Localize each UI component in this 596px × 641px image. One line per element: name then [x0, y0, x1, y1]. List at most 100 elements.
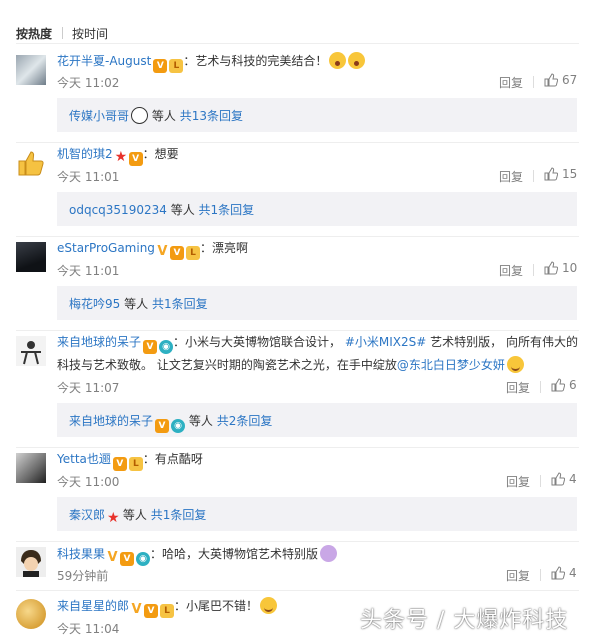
vip-badge-icon[interactable]: V: [112, 457, 127, 471]
vip-badge-icon[interactable]: V: [169, 246, 184, 260]
like-button[interactable]: 15: [544, 167, 577, 181]
avatar[interactable]: [16, 547, 46, 577]
comment-divider: [16, 236, 579, 237]
sub-replies-summary: 来自地球的呆子 V ◉ 等人 共2条回复: [69, 412, 272, 433]
sub-reply-user[interactable]: odqcq35190234: [69, 203, 167, 217]
cartoon-avatar-icon: [21, 550, 41, 577]
action-separator: [533, 76, 534, 88]
surprised-emoji-icon: [348, 52, 366, 69]
reply-button[interactable]: 回复: [506, 567, 530, 584]
thumbs-up-icon: [544, 261, 559, 275]
sub-replies-summary: 传媒小哥哥 等人 共13条回复: [69, 107, 243, 124]
sub-reply-count-link[interactable]: 共1条回复: [152, 297, 208, 311]
sub-reply-user[interactable]: 传媒小哥哥: [69, 109, 129, 123]
level-badge-icon[interactable]: L: [169, 59, 184, 73]
like-count: 67: [562, 73, 578, 87]
comment-username[interactable]: 花开半夏-August: [57, 54, 151, 68]
comment-username[interactable]: 机智的琪2: [57, 147, 113, 161]
comment-line: 机智的琪2 ★ V ：想要: [57, 146, 179, 166]
vip-badge-icon[interactable]: V: [128, 152, 143, 166]
like-button[interactable]: 67: [544, 73, 577, 87]
sub-replies-summary: 秦汉郎 ★ 等人 共1条回复: [69, 506, 206, 525]
mention-link[interactable]: @东北白日梦少女妍: [397, 358, 505, 372]
sub-reply-count-link[interactable]: 共1条回复: [199, 203, 255, 217]
comment-text-line2: 科技与艺术致敬。 让文艺复兴时期的陶瓷艺术之光，在手中绽放: [57, 358, 397, 372]
avatar[interactable]: [16, 599, 46, 629]
like-button[interactable]: 4: [551, 472, 577, 486]
panda-emoji-icon: [131, 107, 149, 124]
thumbs-up-avatar-icon: [18, 151, 44, 176]
comment-time: 今天 11:02: [57, 76, 120, 90]
comment-text: ：小尾巴不错！: [174, 599, 259, 613]
sub-replies-box[interactable]: 梅花吟95 等人 共1条回复: [57, 286, 577, 320]
like-button[interactable]: 6: [551, 378, 577, 392]
verified-v-icon[interactable]: V: [157, 245, 168, 259]
sub-reply-user[interactable]: 来自地球的呆子: [69, 414, 153, 428]
level-badge-icon[interactable]: L: [160, 604, 175, 618]
star-badge-icon[interactable]: ★: [115, 150, 128, 164]
action-separator: [540, 475, 541, 487]
sub-replies-box[interactable]: 传媒小哥哥 等人 共13条回复: [57, 98, 577, 132]
avatar[interactable]: [16, 336, 46, 366]
vip-badge-icon[interactable]: V: [143, 340, 158, 354]
avatar[interactable]: [16, 55, 46, 85]
action-separator: [533, 264, 534, 276]
sub-replies-box[interactable]: 来自地球的呆子 V ◉ 等人 共2条回复: [57, 403, 577, 437]
comment-username[interactable]: 科技果果: [57, 547, 105, 561]
reply-button[interactable]: 回复: [506, 473, 530, 490]
vip-badge-icon[interactable]: V: [153, 59, 168, 73]
sort-by-time-tab[interactable]: 按时间: [72, 25, 108, 42]
sub-replies-box[interactable]: 秦汉郎 ★ 等人 共1条回复: [57, 497, 577, 531]
action-separator: [540, 569, 541, 581]
comment-text: ：哈哈，大英博物馆艺术特别版: [150, 547, 319, 561]
comment-time: 今天 11:00: [57, 475, 120, 489]
comment-time: 今天 11:01: [57, 170, 120, 184]
sub-reply-user[interactable]: 秦汉郎: [69, 508, 105, 522]
avatar[interactable]: [16, 453, 46, 483]
comment-username[interactable]: 来自星星的郎: [57, 599, 129, 613]
topic-hashtag-link[interactable]: #小米MIX2S#: [345, 335, 426, 349]
reply-button[interactable]: 回复: [499, 168, 523, 185]
sub-reply-user[interactable]: 梅花吟95: [69, 297, 120, 311]
comment-username[interactable]: 来自地球的呆子: [57, 335, 141, 349]
like-count: 10: [562, 261, 578, 275]
avatar[interactable]: [16, 242, 46, 272]
comment-username[interactable]: eStarProGaming: [57, 241, 155, 255]
sub-reply-connector: 等人: [122, 508, 147, 522]
action-separator: [533, 170, 534, 182]
avatar[interactable]: [16, 148, 46, 178]
verified-v-icon[interactable]: V: [107, 551, 118, 565]
level-badge-icon[interactable]: L: [128, 457, 143, 471]
reply-button[interactable]: 回复: [499, 74, 523, 91]
verified-v-icon[interactable]: V: [131, 603, 142, 617]
comment-line: 来自星星的郎 V V L ：小尾巴不错！: [57, 597, 278, 618]
sub-reply-connector: 等人: [151, 109, 176, 123]
sub-replies-summary: 梅花吟95 等人 共1条回复: [69, 295, 208, 312]
person-avatar-icon: [21, 341, 41, 365]
thumbs-up-icon: [544, 167, 559, 181]
reply-button[interactable]: 回复: [499, 262, 523, 279]
sub-reply-count-link[interactable]: 共1条回复: [151, 508, 207, 522]
comment-time: 59分钟前: [57, 569, 109, 583]
sub-reply-count-link[interactable]: 共2条回复: [217, 414, 273, 428]
crying-emoji-icon: [320, 545, 338, 562]
vip-badge-icon[interactable]: V: [144, 604, 159, 618]
reply-button[interactable]: 回复: [506, 379, 530, 396]
like-button[interactable]: 10: [544, 261, 577, 275]
level-badge-icon[interactable]: L: [185, 246, 200, 260]
comment-username[interactable]: Yetta也逦: [57, 452, 111, 466]
camera-badge-icon[interactable]: ◉: [159, 340, 174, 354]
sub-reply-count-link[interactable]: 共13条回复: [180, 109, 243, 123]
sort-by-hot-tab[interactable]: 按热度: [16, 25, 52, 42]
like-count: 4: [569, 566, 577, 580]
like-count: 15: [562, 167, 578, 181]
comment-divider: [16, 142, 579, 143]
comment-text: ：艺术与科技的完美结合！: [183, 54, 328, 68]
sub-replies-box[interactable]: odqcq35190234 等人 共1条回复: [57, 192, 577, 226]
like-button[interactable]: 4: [551, 566, 577, 580]
vip-badge-icon[interactable]: V: [120, 552, 135, 566]
camera-badge-icon[interactable]: ◉: [136, 552, 151, 566]
sort-bar: 按热度 按时间: [0, 0, 596, 42]
comment-time: 今天 11:07: [57, 381, 120, 395]
comment-line: 花开半夏-August V L ：艺术与科技的完美结合！: [57, 52, 366, 73]
